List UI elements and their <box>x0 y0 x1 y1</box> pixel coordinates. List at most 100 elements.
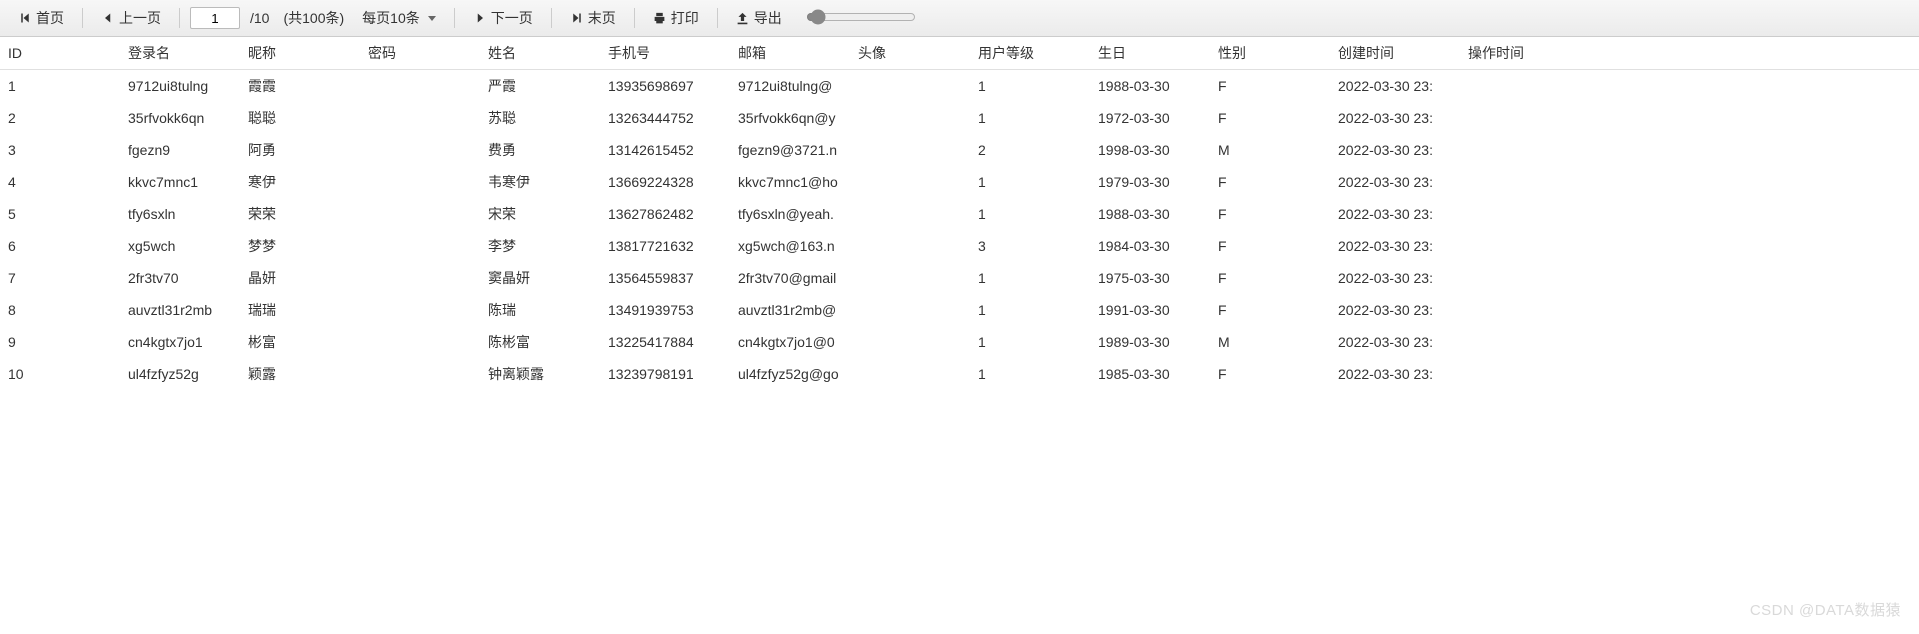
page-number-input[interactable] <box>190 7 240 29</box>
cell-pwd <box>360 358 480 390</box>
table-row[interactable]: 19712ui8tulng霞霞严霞139356986979712ui8tulng… <box>0 70 1919 103</box>
cell-created: 2022-03-30 23: <box>1330 326 1460 358</box>
cell-id: 4 <box>0 166 120 198</box>
cell-pwd <box>360 102 480 134</box>
toolbar-separator <box>717 8 718 28</box>
cell-birthday: 1972-03-30 <box>1090 102 1210 134</box>
cell-login: 2fr3tv70 <box>120 262 240 294</box>
next-page-button[interactable]: 下一页 <box>465 6 541 30</box>
data-table: ID 登录名 昵称 密码 姓名 手机号 邮箱 头像 用户等级 生日 性别 创建时… <box>0 37 1919 390</box>
table-row[interactable]: 72fr3tv70晶妍窦晶妍135645598372fr3tv70@gmail1… <box>0 262 1919 294</box>
cell-name: 苏聪 <box>480 102 600 134</box>
cell-email: cn4kgtx7jo1@0 <box>730 326 850 358</box>
cell-created: 2022-03-30 23: <box>1330 166 1460 198</box>
cell-phone: 13564559837 <box>600 262 730 294</box>
cell-nick: 荣荣 <box>240 198 360 230</box>
cell-gender: F <box>1210 294 1330 326</box>
toolbar-separator <box>454 8 455 28</box>
cell-avatar <box>850 262 970 294</box>
cell-phone: 13225417884 <box>600 326 730 358</box>
table-row[interactable]: 8auvztl31r2mb瑞瑞陈瑞13491939753auvztl31r2mb… <box>0 294 1919 326</box>
per-page-dropdown[interactable]: 每页10条 <box>354 6 444 30</box>
col-level[interactable]: 用户等级 <box>970 37 1090 70</box>
cell-gender: F <box>1210 198 1330 230</box>
cell-op <box>1460 102 1919 134</box>
table-header-row: ID 登录名 昵称 密码 姓名 手机号 邮箱 头像 用户等级 生日 性别 创建时… <box>0 37 1919 70</box>
cell-gender: F <box>1210 102 1330 134</box>
cell-login: fgezn9 <box>120 134 240 166</box>
cell-email: 35rfvokk6qn@y <box>730 102 850 134</box>
cell-avatar <box>850 70 970 103</box>
col-pwd[interactable]: 密码 <box>360 37 480 70</box>
col-birthday[interactable]: 生日 <box>1090 37 1210 70</box>
cell-pwd <box>360 70 480 103</box>
cell-level: 1 <box>970 198 1090 230</box>
last-page-button[interactable]: 末页 <box>562 6 624 30</box>
cell-phone: 13669224328 <box>600 166 730 198</box>
export-button[interactable]: 导出 <box>728 6 790 30</box>
cell-created: 2022-03-30 23: <box>1330 294 1460 326</box>
pagination-toolbar: 首页 上一页 /10 (共100条) 每页10条 下一页 末页 打印 <box>0 0 1919 37</box>
toolbar-separator <box>82 8 83 28</box>
export-label: 导出 <box>754 8 782 28</box>
col-avatar[interactable]: 头像 <box>850 37 970 70</box>
cell-name: 陈瑞 <box>480 294 600 326</box>
print-icon <box>653 11 667 25</box>
cell-birthday: 1985-03-30 <box>1090 358 1210 390</box>
cell-op <box>1460 134 1919 166</box>
cell-level: 1 <box>970 166 1090 198</box>
col-gender[interactable]: 性别 <box>1210 37 1330 70</box>
table-row[interactable]: 10ul4fzfyz52g颖露钟离颖露13239798191ul4fzfyz52… <box>0 358 1919 390</box>
cell-login: 35rfvokk6qn <box>120 102 240 134</box>
prev-page-button[interactable]: 上一页 <box>93 6 169 30</box>
first-page-button[interactable]: 首页 <box>10 6 72 30</box>
cell-level: 1 <box>970 70 1090 103</box>
cell-login: kkvc7mnc1 <box>120 166 240 198</box>
prev-page-label: 上一页 <box>119 8 161 28</box>
cell-login: cn4kgtx7jo1 <box>120 326 240 358</box>
watermark: CSDN @DATA数据猿 <box>1750 599 1901 620</box>
cell-id: 10 <box>0 358 120 390</box>
cell-nick: 晶妍 <box>240 262 360 294</box>
cell-name: 费勇 <box>480 134 600 166</box>
table-row[interactable]: 3fgezn9阿勇费勇13142615452fgezn9@3721.n21998… <box>0 134 1919 166</box>
cell-email: auvztl31r2mb@ <box>730 294 850 326</box>
col-id[interactable]: ID <box>0 37 120 70</box>
cell-level: 1 <box>970 358 1090 390</box>
table-row[interactable]: 5tfy6sxln荣荣宋荣13627862482tfy6sxln@yeah.11… <box>0 198 1919 230</box>
cell-email: ul4fzfyz52g@go <box>730 358 850 390</box>
cell-name: 李梦 <box>480 230 600 262</box>
cell-pwd <box>360 326 480 358</box>
cell-pwd <box>360 262 480 294</box>
chevron-down-icon <box>428 16 436 21</box>
cell-id: 8 <box>0 294 120 326</box>
table-row[interactable]: 235rfvokk6qn聪聪苏聪1326344475235rfvokk6qn@y… <box>0 102 1919 134</box>
cell-email: kkvc7mnc1@ho <box>730 166 850 198</box>
cell-name: 宋荣 <box>480 198 600 230</box>
toolbar-separator <box>551 8 552 28</box>
cell-nick: 瑞瑞 <box>240 294 360 326</box>
col-phone[interactable]: 手机号 <box>600 37 730 70</box>
print-button[interactable]: 打印 <box>645 6 707 30</box>
cell-pwd <box>360 294 480 326</box>
col-created[interactable]: 创建时间 <box>1330 37 1460 70</box>
cell-pwd <box>360 166 480 198</box>
cell-op <box>1460 70 1919 103</box>
cell-phone: 13142615452 <box>600 134 730 166</box>
col-name[interactable]: 姓名 <box>480 37 600 70</box>
cell-nick: 寒伊 <box>240 166 360 198</box>
col-email[interactable]: 邮箱 <box>730 37 850 70</box>
zoom-slider[interactable] <box>806 9 916 28</box>
cell-birthday: 1988-03-30 <box>1090 70 1210 103</box>
table-row[interactable]: 4kkvc7mnc1寒伊韦寒伊13669224328kkvc7mnc1@ho11… <box>0 166 1919 198</box>
cell-pwd <box>360 134 480 166</box>
table-row[interactable]: 6xg5wch梦梦李梦13817721632xg5wch@163.n31984-… <box>0 230 1919 262</box>
zoom-slider-input[interactable] <box>806 9 916 25</box>
table-row[interactable]: 9cn4kgtx7jo1彬富陈彬富13225417884cn4kgtx7jo1@… <box>0 326 1919 358</box>
cell-created: 2022-03-30 23: <box>1330 262 1460 294</box>
cell-id: 1 <box>0 70 120 103</box>
col-nick[interactable]: 昵称 <box>240 37 360 70</box>
col-op[interactable]: 操作时间 <box>1460 37 1919 70</box>
col-login[interactable]: 登录名 <box>120 37 240 70</box>
cell-pwd <box>360 198 480 230</box>
